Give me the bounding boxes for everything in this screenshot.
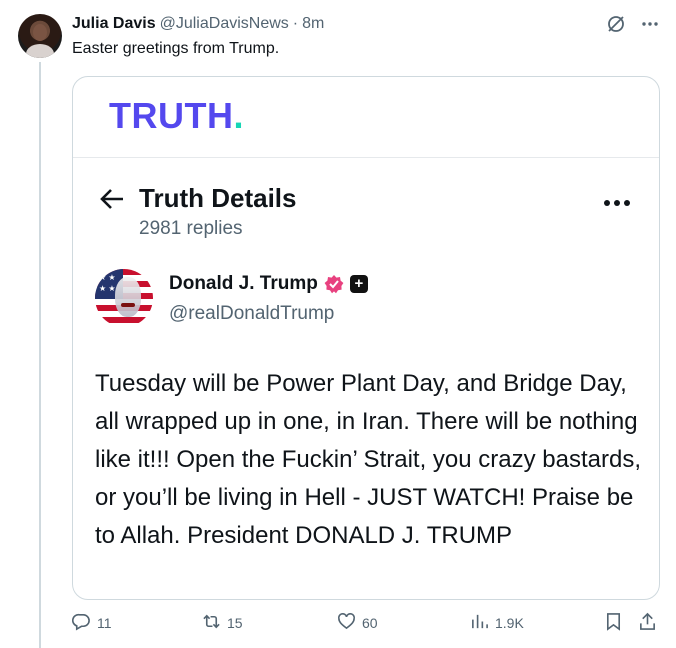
views-icon — [470, 612, 489, 634]
author-avatar[interactable] — [18, 14, 62, 58]
tweet-time[interactable]: 8m — [302, 15, 324, 33]
avatar-face — [33, 24, 47, 41]
views-action[interactable]: 1.9K — [470, 612, 524, 634]
poster-mouth — [121, 303, 135, 307]
truth-logo-text: TRUTH — [109, 95, 234, 136]
share-action[interactable] — [638, 612, 657, 634]
avatar-shirt — [26, 44, 54, 58]
back-arrow-icon — [99, 187, 125, 216]
share-icon — [638, 612, 657, 634]
grok-icon[interactable] — [606, 14, 626, 39]
reply-count: 11 — [97, 615, 112, 631]
poster-name: Donald J. Trump — [169, 273, 318, 294]
repost-count: 15 — [227, 615, 243, 631]
poster-handle: @realDonaldTrump — [169, 303, 335, 324]
poster-face — [115, 277, 141, 317]
like-action[interactable]: 60 — [337, 612, 378, 634]
tweet-text: Easter greetings from Trump. — [72, 40, 280, 57]
truth-post-body: Tuesday will be Power Plant Day, and Bri… — [95, 370, 641, 549]
thread-line — [39, 62, 41, 648]
poster-row: Donald J. Trump + — [169, 273, 368, 295]
card-more-icon — [603, 195, 631, 213]
repost-icon — [202, 612, 221, 634]
author-handle[interactable]: @JuliaDavisNews — [160, 15, 289, 33]
card-divider — [73, 157, 659, 158]
header-separator: · — [292, 15, 299, 32]
plus-badge-icon: + — [349, 275, 368, 293]
embedded-image-card[interactable]: TRUTH. Truth Details 2981 replies Donald… — [72, 76, 660, 600]
poster-avatar — [95, 269, 153, 327]
tweet-actions: 11 15 60 1.9K — [71, 612, 662, 636]
truth-logo: TRUTH. — [109, 95, 244, 137]
details-title: Truth Details — [139, 183, 297, 213]
bookmark-action[interactable] — [604, 612, 623, 634]
verified-badge-icon — [324, 274, 344, 294]
reply-icon — [71, 612, 91, 634]
repost-action[interactable]: 15 — [202, 612, 243, 634]
tweet-header: Julia Davis @JuliaDavisNews · 8m — [72, 14, 324, 34]
replies-count: 2981 replies — [139, 218, 243, 239]
views-count: 1.9K — [495, 615, 524, 631]
reply-action[interactable]: 11 — [71, 612, 112, 634]
like-count: 60 — [362, 615, 378, 631]
bookmark-icon — [604, 612, 623, 634]
truth-logo-dot: . — [233, 95, 244, 136]
like-icon — [337, 612, 356, 634]
header-actions — [606, 14, 660, 39]
author-name[interactable]: Julia Davis — [72, 15, 156, 33]
more-icon[interactable] — [640, 14, 660, 39]
